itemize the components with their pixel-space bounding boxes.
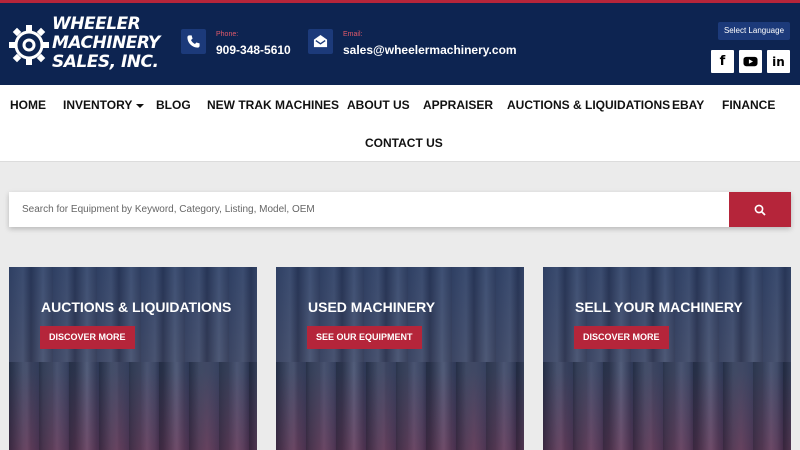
logo-line: SALES, INC.	[52, 52, 159, 72]
phone-label: Phone:	[216, 31, 239, 38]
nav-inventory-label: INVENTORY	[63, 98, 133, 112]
search-input[interactable]	[9, 192, 728, 227]
email-address[interactable]: sales@wheelermachinery.com	[343, 43, 517, 57]
discover-more-button[interactable]: DISCOVER MORE	[574, 326, 669, 349]
linkedin-button[interactable]: in	[767, 50, 790, 73]
nav-appraiser[interactable]: APPRAISER	[423, 98, 493, 112]
facebook-button[interactable]: f	[711, 50, 734, 73]
phone-number[interactable]: 909-348-5610	[216, 43, 291, 57]
nav-home[interactable]: HOME	[10, 98, 46, 112]
nav-contact-us[interactable]: CONTACT US	[365, 136, 443, 150]
envelope-icon	[308, 29, 333, 54]
nav-inventory[interactable]: INVENTORY	[63, 98, 145, 112]
youtube-button[interactable]	[739, 50, 762, 73]
nav-ebay[interactable]: EBAY	[672, 98, 704, 112]
card-title: SELL YOUR MACHINERY	[575, 299, 743, 315]
discover-more-button[interactable]: DISCOVER MORE	[40, 326, 135, 349]
card-background-image	[543, 362, 791, 450]
phone-icon	[181, 29, 206, 54]
card-background-image	[276, 362, 524, 450]
logo-wordmark: WHEELER MACHINERY SALES, INC.	[52, 15, 160, 72]
main-navigation: HOME INVENTORY BLOG NEW TRAK MACHINES AB…	[0, 85, 800, 162]
card-title: AUCTIONS & LIQUIDATIONS	[41, 299, 232, 315]
facebook-icon: f	[719, 54, 726, 69]
nav-finance[interactable]: FINANCE	[722, 98, 775, 112]
card-background-image	[9, 362, 257, 450]
equipment-search-bar	[9, 192, 791, 227]
used-machinery-card[interactable]: USED MACHINERY SEE OUR EQUIPMENT	[276, 267, 524, 450]
see-our-equipment-button[interactable]: SEE OUR EQUIPMENT	[307, 326, 422, 349]
select-language-button[interactable]: Select Language	[718, 22, 790, 40]
logo-line: MACHINERY	[52, 33, 160, 53]
sell-your-machinery-card[interactable]: SELL YOUR MACHINERY DISCOVER MORE	[543, 267, 791, 450]
email-label: Email:	[343, 31, 363, 38]
nav-auctions-liquidations[interactable]: AUCTIONS & LIQUIDATIONS	[507, 98, 670, 112]
auctions-liquidations-card[interactable]: AUCTIONS & LIQUIDATIONS DISCOVER MORE	[9, 267, 257, 450]
linkedin-icon: in	[772, 55, 785, 69]
nav-new-trak-machines[interactable]: NEW TRAK MACHINES	[207, 98, 339, 112]
gear-icon	[9, 25, 49, 65]
search-icon	[754, 204, 766, 216]
card-title: USED MACHINERY	[308, 299, 436, 315]
youtube-icon	[743, 56, 758, 67]
site-header: WHEELER MACHINERY SALES, INC. Phone: 909…	[0, 3, 800, 85]
site-logo[interactable]: WHEELER MACHINERY SALES, INC.	[8, 13, 168, 77]
nav-blog[interactable]: BLOG	[156, 98, 191, 112]
logo-line: WHEELER	[52, 14, 141, 34]
nav-about-us[interactable]: ABOUT US	[347, 98, 410, 112]
search-button[interactable]	[729, 192, 791, 227]
caret-down-icon	[136, 103, 145, 108]
